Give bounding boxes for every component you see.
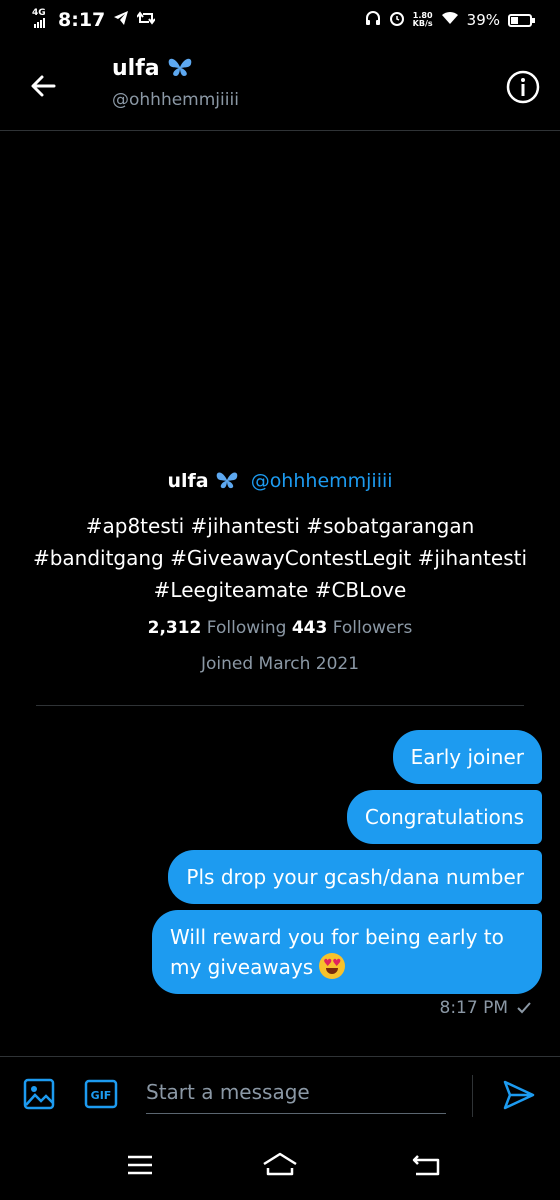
profile-summary: ulfa @ohhhemmjiiii #ap8testi #jihantesti… bbox=[0, 470, 560, 674]
home-icon bbox=[263, 1152, 297, 1176]
retweet-notification-icon bbox=[136, 10, 157, 30]
cellular-signal-icon: 4G bbox=[32, 8, 50, 32]
composer-separator bbox=[472, 1075, 473, 1117]
add-gif-button[interactable]: GIF bbox=[84, 1079, 118, 1109]
follow-counts: 2,312 Following 443 Followers bbox=[0, 618, 560, 638]
network-speed-unit: KB/s bbox=[412, 19, 433, 28]
back-button[interactable] bbox=[28, 70, 60, 102]
butterfly-emoji-icon bbox=[216, 472, 237, 489]
checkmark-icon bbox=[517, 1002, 531, 1014]
battery-percent: 39% bbox=[466, 11, 500, 29]
telegram-icon bbox=[113, 10, 129, 30]
message-bubble[interactable]: Early joiner bbox=[392, 730, 542, 784]
status-time: 8:17 bbox=[58, 9, 106, 31]
timestamp-text: 8:17 PM bbox=[439, 998, 509, 1018]
followers-count: 443 bbox=[291, 618, 328, 638]
headphones-icon bbox=[365, 10, 381, 30]
add-image-button[interactable] bbox=[22, 1077, 56, 1111]
menu-nav-button[interactable] bbox=[120, 1150, 160, 1180]
message-bubble[interactable]: Congratulations bbox=[346, 790, 542, 844]
conversation-info-button[interactable] bbox=[506, 70, 540, 104]
wifi-icon bbox=[441, 11, 459, 29]
message-list: Early joiner Congratulations Pls drop yo… bbox=[152, 730, 542, 994]
following-label: Following bbox=[206, 618, 287, 638]
header-name-text: ulfa bbox=[112, 56, 160, 81]
info-icon bbox=[506, 70, 540, 104]
message-bubble[interactable]: Pls drop your gcash/dana number bbox=[168, 850, 542, 904]
message-bubble[interactable]: Will reward you for being early to my gi… bbox=[152, 910, 542, 994]
followers-label: Followers bbox=[332, 618, 413, 638]
gif-label: GIF bbox=[91, 1089, 112, 1102]
menu-icon bbox=[128, 1155, 152, 1175]
message-timestamp: 8:17 PM bbox=[440, 998, 533, 1018]
back-nav-button[interactable] bbox=[406, 1150, 446, 1180]
heart-eyes-emoji-icon: ♥ ♥ bbox=[319, 953, 346, 979]
alarm-icon bbox=[389, 10, 405, 30]
home-nav-button[interactable] bbox=[260, 1150, 300, 1180]
joined-date: Joined March 2021 bbox=[200, 654, 360, 674]
system-nav-bar bbox=[0, 1128, 560, 1200]
image-icon bbox=[23, 1078, 55, 1110]
profile-handle[interactable]: @ohhhemmjiiii bbox=[251, 470, 393, 492]
profile-bio: #ap8testi #jihantesti #sobatgarangan #ba… bbox=[32, 514, 528, 602]
divider bbox=[36, 705, 524, 706]
message-text: Pls drop your gcash/dana number bbox=[186, 865, 524, 889]
following-count: 2,312 bbox=[147, 618, 202, 638]
profile-name: ulfa bbox=[167, 470, 209, 492]
message-composer: GIF bbox=[0, 1056, 560, 1129]
header-name: ulfa bbox=[112, 56, 193, 81]
conversation-header: ulfa @ohhhemmjiiii bbox=[0, 44, 560, 131]
butterfly-emoji-icon bbox=[168, 58, 192, 76]
back-nav-icon bbox=[412, 1155, 440, 1176]
battery-icon bbox=[508, 13, 535, 27]
header-handle: @ohhhemmjiiii bbox=[112, 90, 239, 110]
message-input[interactable] bbox=[146, 1071, 446, 1114]
send-button[interactable] bbox=[502, 1079, 536, 1111]
arrow-left-icon bbox=[31, 75, 56, 97]
network-speed: 1.80 KB/s bbox=[413, 12, 433, 28]
message-text: Early joiner bbox=[410, 745, 524, 769]
gif-icon: GIF bbox=[84, 1079, 118, 1109]
status-bar: 4G 8:17 1.80 KB/s 39% bbox=[0, 0, 560, 44]
profile-name-line[interactable]: ulfa @ohhhemmjiiii bbox=[0, 470, 560, 492]
network-type: 4G bbox=[32, 8, 46, 18]
send-icon bbox=[503, 1080, 535, 1110]
message-text: Congratulations bbox=[364, 805, 524, 829]
